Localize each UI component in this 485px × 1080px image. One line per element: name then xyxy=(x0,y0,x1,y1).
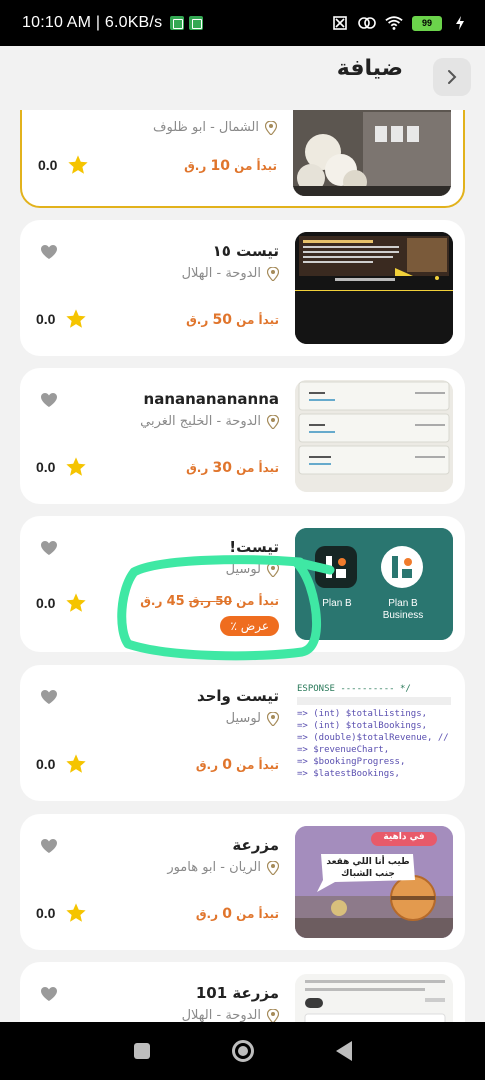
listing-location: الدوحة - الهلال xyxy=(182,1008,279,1022)
location-pin-icon xyxy=(267,414,279,429)
listing-card[interactable]: ESPONSE ---------- */ => (int) $totalLis… xyxy=(20,665,465,801)
location-pin-icon xyxy=(267,266,279,281)
listing-thumbnail xyxy=(295,380,453,492)
back-button[interactable] xyxy=(433,58,471,96)
listing-rating: 0.0 xyxy=(36,308,87,330)
favorite-heart-icon[interactable] xyxy=(40,540,58,556)
listing-rating: 0.0 xyxy=(36,456,87,478)
listing-title: تيست واحد xyxy=(196,687,279,705)
code-line: => (int) $totalBookings, xyxy=(297,721,428,731)
listing-rating: 0.0 xyxy=(36,902,87,924)
listing-thumbnail: في داهية طيب أنا اللي هقعد جنب الشباك xyxy=(295,826,453,938)
listing-title: تيست! xyxy=(229,538,279,556)
code-line: => (double)$totalRevenue, // ا xyxy=(297,733,451,743)
listing-location: لوسيل xyxy=(226,562,279,577)
status-icons: 99 xyxy=(331,14,469,32)
code-line: => $latestBookings, xyxy=(297,769,400,779)
old-price: 50 ر.ق xyxy=(188,594,232,608)
favorite-heart-icon[interactable] xyxy=(40,689,58,705)
listing-location: الريان - ابو هامور xyxy=(167,860,279,875)
thumb-text: طيب أنا اللي هقعد جنب الشباك xyxy=(326,857,410,879)
listing-location: الدوحة - الهلال xyxy=(182,266,279,281)
listing-title: nanananananna xyxy=(143,390,279,408)
listing-rating: 0.0 xyxy=(38,154,89,176)
listings-list[interactable]: الشمال - ابو ظلوف تبدأ من 10 ر.ق 0.0 تيس… xyxy=(0,110,485,1022)
favorite-heart-icon[interactable] xyxy=(40,392,58,408)
listing-card[interactable]: في داهية طيب أنا اللي هقعد جنب الشباك مز… xyxy=(20,814,465,950)
listing-rating: 0.0 xyxy=(36,753,87,775)
star-icon xyxy=(66,457,87,476)
listing-location: لوسيل xyxy=(226,711,279,726)
listing-thumbnail xyxy=(293,110,451,196)
listing-location: الدوحة - الخليج الغربي xyxy=(140,414,279,429)
listing-card[interactable]: الشمال - ابو ظلوف تبدأ من 10 ر.ق 0.0 xyxy=(20,110,465,208)
home-button[interactable] xyxy=(231,1040,254,1062)
back-nav-button[interactable] xyxy=(335,1041,352,1061)
app-header: ضيافة xyxy=(0,46,485,110)
code-line: => $revenueChart, xyxy=(297,745,390,755)
listing-title: تيست ١٥ xyxy=(212,242,279,260)
listing-price: تبدأ من 0 ر.ق xyxy=(195,906,279,922)
listing-price: تبدأ من 50 ر.ق xyxy=(186,312,279,328)
listing-thumbnail: ESPONSE ---------- */ => (int) $totalLis… xyxy=(295,677,453,789)
listing-card[interactable]: تيست ١٥ الدوحة - الهلال تبدأ من 50 ر.ق 0… xyxy=(20,220,465,356)
listing-price: تبدأ من 0 ر.ق xyxy=(195,757,279,773)
chevron-right-icon xyxy=(448,70,457,84)
listing-title: مزرعة xyxy=(232,836,279,854)
star-icon xyxy=(66,593,87,612)
offer-badge: عرض ٪ xyxy=(220,616,279,636)
charging-icon xyxy=(451,14,469,32)
listing-thumbnail: Plan B Plan B Business xyxy=(295,528,453,640)
sim-off-icon xyxy=(331,14,349,32)
location-pin-icon xyxy=(267,711,279,726)
recents-button[interactable] xyxy=(133,1043,150,1059)
listing-card[interactable]: مزرعة 101 الدوحة - الهلال xyxy=(20,962,465,1022)
listing-location: الشمال - ابو ظلوف xyxy=(153,120,277,135)
listing-price: تبدأ من 30 ر.ق xyxy=(186,460,279,476)
listing-thumbnail xyxy=(295,232,453,344)
star-icon xyxy=(66,309,87,328)
system-nav-bar xyxy=(0,1022,485,1080)
favorite-heart-icon[interactable] xyxy=(40,838,58,854)
thumb-text: في داهية xyxy=(383,832,425,842)
location-pin-icon xyxy=(267,562,279,577)
code-line: ESPONSE ---------- */ xyxy=(297,684,411,694)
location-pin-icon xyxy=(267,1008,279,1022)
code-line: => $bookingProgress, xyxy=(297,757,406,767)
star-icon xyxy=(66,754,87,773)
hd-voice-icon xyxy=(358,14,376,32)
listing-rating: 0.0 xyxy=(36,592,87,614)
location-pin-icon xyxy=(265,120,277,135)
code-line: => (int) $totalListings, xyxy=(297,709,428,719)
star-icon xyxy=(68,155,89,174)
page-title: ضيافة xyxy=(336,56,403,81)
app-notification-icon xyxy=(189,16,204,30)
plan-label: Plan B xyxy=(322,598,352,609)
status-time: 10:10 AM | 6.0KB/s xyxy=(22,14,163,31)
listing-card[interactable]: Plan B Plan B Business تيست! لوسيل تبدأ … xyxy=(20,516,465,652)
listing-thumbnail xyxy=(295,974,453,1022)
app-notification-icon xyxy=(170,16,185,30)
status-app-icons xyxy=(170,16,204,30)
favorite-heart-icon[interactable] xyxy=(40,244,58,260)
status-bar: 10:10 AM | 6.0KB/s 99 xyxy=(0,0,485,46)
battery-indicator: 99 xyxy=(412,15,442,31)
star-icon xyxy=(66,903,87,922)
location-pin-icon xyxy=(267,860,279,875)
plan-label: Plan B Business xyxy=(382,598,424,621)
listing-price: تبدأ من 50 ر.ق 45 ر.ق xyxy=(140,594,279,609)
listing-price: تبدأ من 10 ر.ق xyxy=(184,158,277,174)
listing-card[interactable]: nanananananna الدوحة - الخليج الغربي تبد… xyxy=(20,368,465,504)
favorite-heart-icon[interactable] xyxy=(40,986,58,1002)
wifi-icon xyxy=(385,14,403,32)
listing-title: مزرعة 101 xyxy=(195,984,279,1002)
